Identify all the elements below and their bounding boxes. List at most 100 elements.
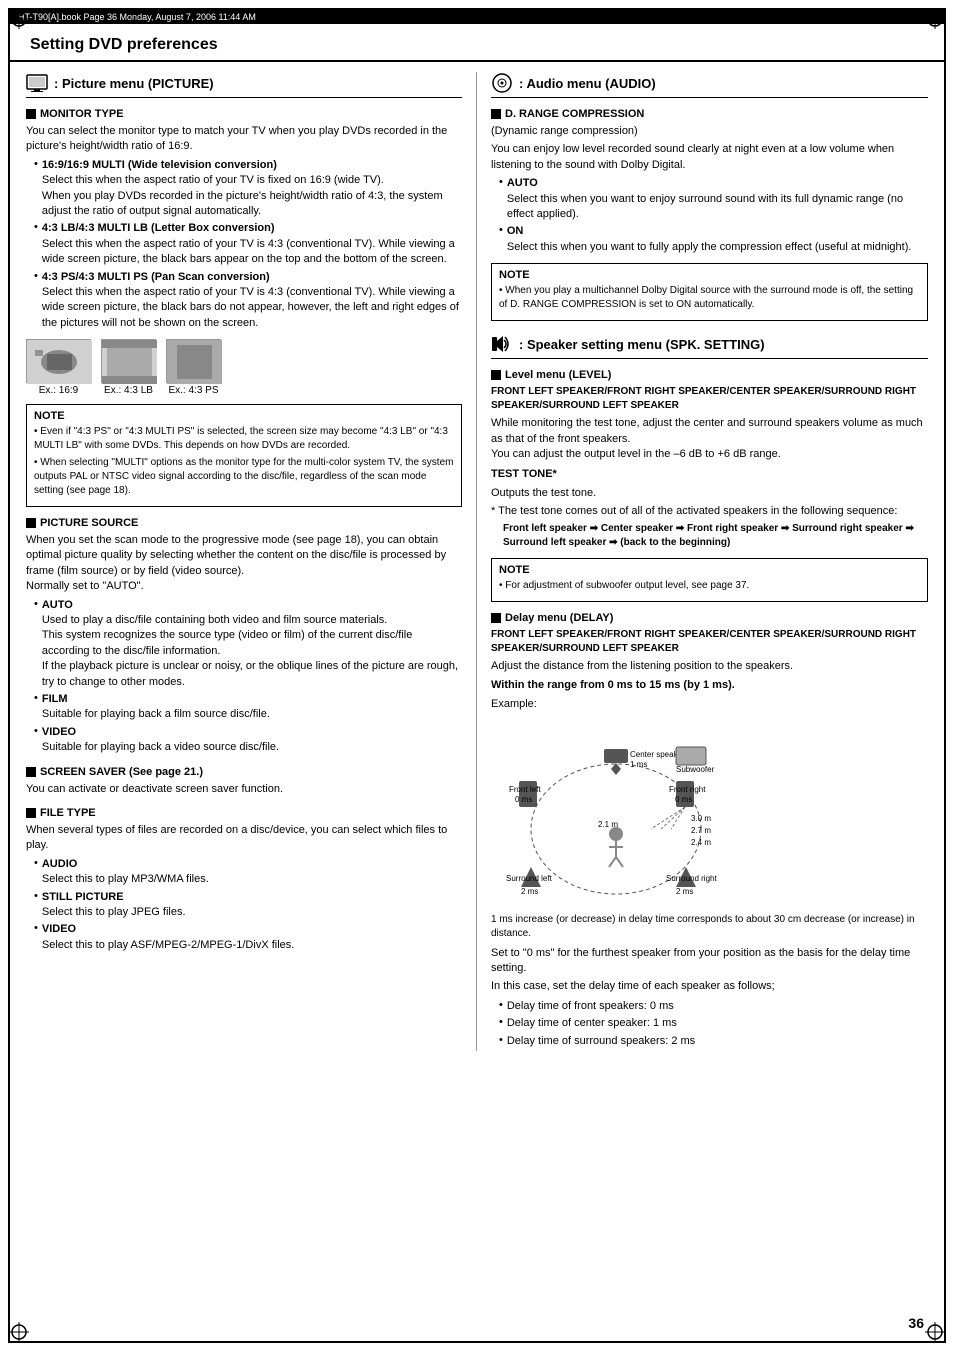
- right-column: : Audio menu (AUDIO) D. RANGE COMPRESSIO…: [477, 72, 928, 1051]
- left-column: : Picture menu (PICTURE) MONITOR TYPE Yo…: [26, 72, 477, 1051]
- source-video: • VIDEOSuitable for playing back a video…: [34, 725, 462, 756]
- speaker-diagram: Center speaker 1 ms Subwoofer Front left…: [501, 719, 731, 909]
- monitor-note-1: • Even if "4:3 PS" or "4:3 MULTI PS" is …: [34, 425, 454, 453]
- filetype-still: • STILL PICTURESelect this to play JPEG …: [34, 890, 462, 921]
- picture-source-header: PICTURE SOURCE: [26, 517, 462, 529]
- test-tone-note-star: * The test tone comes out of all of the …: [491, 504, 928, 519]
- picture-section-header: : Picture menu (PICTURE): [26, 72, 462, 98]
- svg-text:0 ms: 0 ms: [515, 795, 532, 804]
- picture-source-icon: [26, 518, 36, 528]
- delay-range: Within the range from 0 ms to 15 ms (by …: [491, 678, 928, 693]
- delay-menu-header: Delay menu (DELAY): [491, 612, 928, 624]
- monitor-option-ps-label: 4:3 PS/4:3 MULTI PS (Pan Scan conversion…: [42, 271, 270, 283]
- monitor-type-header: MONITOR TYPE: [26, 108, 462, 120]
- level-menu-header: Level menu (LEVEL): [491, 369, 928, 381]
- delay-bullets: • Delay time of front speakers: 0 ms • D…: [491, 999, 928, 1049]
- svg-text:1 ms: 1 ms: [630, 760, 647, 769]
- file-type-intro: When several types of files are recorded…: [26, 823, 462, 854]
- img-lb: Ex.: 4:3 LB: [101, 339, 156, 396]
- drange-note-title: NOTE: [499, 269, 920, 281]
- page-border: HT-T90[A].book Page 36 Monday, August 7,…: [8, 8, 946, 1343]
- file-type-icon: [26, 808, 36, 818]
- monitor-type-intro: You can select the monitor type to match…: [26, 124, 462, 155]
- screen-saver-header: SCREEN SAVER (See page 21.): [26, 766, 462, 778]
- svg-text:Surround left: Surround left: [506, 874, 553, 883]
- delay-front: • Delay time of front speakers: 0 ms: [499, 999, 928, 1014]
- file-type-header: FILE TYPE: [26, 807, 462, 819]
- test-tone-label: TEST TONE*: [491, 467, 928, 482]
- delay-icon: [491, 613, 501, 623]
- svg-text:2.7 m: 2.7 m: [691, 826, 711, 835]
- drange-auto: • AUTOSelect this when you want to enjoy…: [499, 176, 928, 222]
- spk-section-title: : Speaker setting menu (SPK. SETTING): [519, 337, 765, 352]
- img-lb-label: Ex.: 4:3 LB: [104, 385, 153, 396]
- drange-subtitle: (Dynamic range compression): [491, 124, 928, 139]
- delay-case-note: In this case, set the delay time of each…: [491, 979, 928, 994]
- drange-note: NOTE • When you play a multichannel Dolb…: [491, 263, 928, 321]
- source-film: • FILMSuitable for playing back a film s…: [34, 692, 462, 723]
- delay-surround-text: Delay time of surround speakers: 2 ms: [507, 1034, 695, 1049]
- monitor-type-icon: [26, 109, 36, 119]
- monitor-option-lb-text: Select this when the aspect ratio of you…: [42, 238, 455, 265]
- picture-source-intro: When you set the scan mode to the progre…: [26, 533, 462, 595]
- file-type-title: FILE TYPE: [40, 807, 96, 819]
- picture-source-title: PICTURE SOURCE: [40, 517, 138, 529]
- svg-text:2 ms: 2 ms: [676, 887, 693, 896]
- delay-example-label: Example:: [491, 697, 928, 712]
- level-intro: While monitoring the test tone, adjust t…: [491, 416, 928, 462]
- img-ps-placeholder: [166, 339, 221, 383]
- corner-br: [925, 1322, 945, 1342]
- monitor-type-title: MONITOR TYPE: [40, 108, 124, 120]
- level-title: Level menu (LEVEL): [505, 369, 611, 381]
- header-bar: HT-T90[A].book Page 36 Monday, August 7,…: [10, 10, 944, 24]
- page-title: Setting DVD preferences: [30, 36, 924, 54]
- filetype-video: • VIDEOSelect this to play ASF/MPEG-2/MP…: [34, 922, 462, 953]
- img-ps: Ex.: 4:3 PS: [166, 339, 221, 396]
- svg-text:Front right: Front right: [669, 785, 706, 794]
- svg-text:3.0 m: 3.0 m: [691, 814, 711, 823]
- svg-text:Front left: Front left: [509, 785, 541, 794]
- drange-icon: [491, 109, 501, 119]
- corner-tl: [9, 9, 29, 29]
- monitor-option-169-label: 16:9/16:9 MULTI (Wide television convers…: [42, 159, 277, 171]
- level-note-text: • For adjustment of subwoofer output lev…: [499, 579, 920, 593]
- screen-saver-icon: [26, 767, 36, 777]
- monitor-option-169: • 16:9/16:9 MULTI (Wide television conve…: [34, 158, 462, 220]
- test-tone-text: Outputs the test tone.: [491, 486, 928, 501]
- picture-section-title: : Picture menu (PICTURE): [54, 76, 214, 91]
- audio-icon: [491, 72, 513, 94]
- speaker-diagram-svg: Center speaker 1 ms Subwoofer Front left…: [501, 719, 731, 909]
- svg-text:2.1 m: 2.1 m: [598, 820, 618, 829]
- screen-saver-title: SCREEN SAVER (See page 21.): [40, 766, 203, 778]
- corner-tr: [925, 9, 945, 29]
- page-number: 36: [908, 1315, 924, 1331]
- level-note: NOTE • For adjustment of subwoofer outpu…: [491, 558, 928, 602]
- filetype-audio: • AUDIOSelect this to play MP3/WMA files…: [34, 857, 462, 888]
- drange-intro: You can enjoy low level recorded sound c…: [491, 142, 928, 173]
- monitor-type-note: NOTE • Even if "4:3 PS" or "4:3 MULTI PS…: [26, 404, 462, 507]
- header-text: HT-T90[A].book Page 36 Monday, August 7,…: [18, 12, 256, 22]
- level-note-title: NOTE: [499, 564, 920, 576]
- two-column-layout: : Picture menu (PICTURE) MONITOR TYPE Yo…: [10, 72, 944, 1051]
- delay-front-text: Delay time of front speakers: 0 ms: [507, 999, 674, 1014]
- audio-section-header: : Audio menu (AUDIO): [491, 72, 928, 98]
- svg-text:0 ms: 0 ms: [675, 795, 692, 804]
- monitor-option-ps-text: Select this when the aspect ratio of you…: [42, 286, 459, 329]
- delay-title: Delay menu (DELAY): [505, 612, 613, 624]
- svg-text:2.4 m: 2.4 m: [691, 838, 711, 847]
- aspect-images-row: Ex.: 16:9 Ex.: 4:3 LB: [26, 339, 462, 396]
- monitor-option-lb-label: 4:3 LB/4:3 MULTI LB (Letter Box conversi…: [42, 222, 275, 234]
- screen-saver-text: You can activate or deactivate screen sa…: [26, 782, 462, 797]
- audio-section-title: : Audio menu (AUDIO): [519, 76, 656, 91]
- monitor-note-2: • When selecting "MULTI" options as the …: [34, 456, 454, 498]
- svg-text:2 ms: 2 ms: [521, 887, 538, 896]
- drange-on: • ONSelect this when you want to fully a…: [499, 224, 928, 255]
- corner-bl: [9, 1322, 29, 1342]
- delay-surround: • Delay time of surround speakers: 2 ms: [499, 1034, 928, 1049]
- delay-intro: Adjust the distance from the listening p…: [491, 659, 928, 674]
- img-ps-label: Ex.: 4:3 PS: [168, 385, 218, 396]
- page-title-bar: Setting DVD preferences: [10, 24, 944, 62]
- svg-text:Surround right: Surround right: [666, 874, 717, 883]
- img-169-placeholder: [26, 339, 91, 383]
- picture-icon: [26, 72, 48, 94]
